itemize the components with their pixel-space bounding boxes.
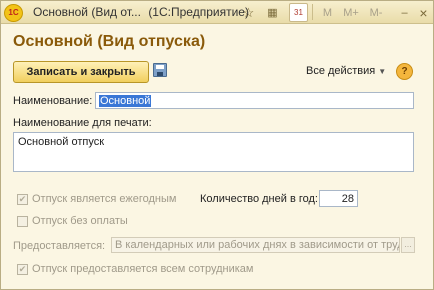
close-icon[interactable]: × <box>414 3 433 22</box>
calendar-icon[interactable]: 31 <box>289 3 308 22</box>
days-per-year-label: Количество дней в год: <box>200 193 318 205</box>
memory-plus-button[interactable]: M+ <box>340 3 362 22</box>
provided-label: Предоставляется: <box>13 240 106 252</box>
app-logo-icon[interactable]: 1C <box>4 4 23 22</box>
memory-m-button[interactable]: M <box>318 3 337 22</box>
form-window: 1C Основной (Вид от... (1С:Предприятие) … <box>0 0 434 290</box>
name-field[interactable]: Основной <box>95 92 414 109</box>
save-and-close-button[interactable]: Записать и закрыть <box>13 61 149 83</box>
window-title: Основной (Вид от... (1С:Предприятие) <box>33 5 249 19</box>
all-employees-label: Отпуск предоставляется всем сотрудникам <box>32 263 254 275</box>
all-actions-label: Все действия <box>306 65 376 77</box>
name-label: Наименование: <box>13 95 93 107</box>
provided-field[interactable]: В календарных или рабочих днях в зависим… <box>111 237 400 253</box>
print-name-field[interactable]: Основной отпуск <box>13 132 414 172</box>
favorite-star-icon[interactable]: ☆ <box>239 3 258 22</box>
save-icon[interactable] <box>153 63 167 77</box>
title-bar: 1C Основной (Вид от... (1С:Предприятие) … <box>1 1 433 24</box>
all-actions-menu[interactable]: Все действия ▼ <box>306 65 386 77</box>
window-title-text: Основной (Вид от... <box>33 5 141 19</box>
help-icon[interactable]: ? <box>396 63 413 80</box>
form-title: Основной (Вид отпуска) <box>13 33 206 50</box>
annual-label: Отпуск является ежегодным <box>32 193 177 205</box>
unpaid-label: Отпуск без оплаты <box>32 215 128 227</box>
minimize-icon[interactable]: – <box>395 3 414 22</box>
memory-minus-button[interactable]: M- <box>365 3 387 22</box>
toolbar-separator <box>312 4 313 20</box>
unpaid-checkbox[interactable] <box>17 216 28 227</box>
name-value: Основной <box>99 95 152 107</box>
print-name-label: Наименование для печати: <box>13 117 152 129</box>
annual-checkbox[interactable]: ✔ <box>17 194 28 205</box>
days-per-year-field[interactable]: 28 <box>319 190 358 207</box>
all-employees-checkbox[interactable]: ✔ <box>17 264 28 275</box>
chevron-down-icon: ▼ <box>378 67 387 76</box>
calculator-icon[interactable]: ▦ <box>263 3 282 22</box>
select-button[interactable]: ... <box>401 237 415 253</box>
window-app-name: (1С:Предприятие) <box>148 5 249 19</box>
